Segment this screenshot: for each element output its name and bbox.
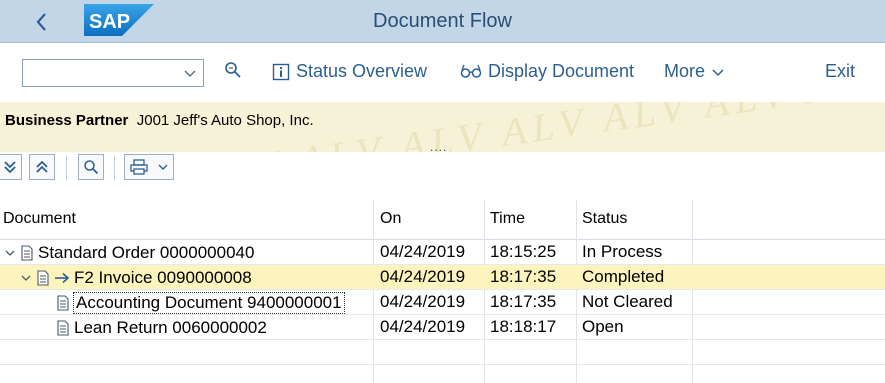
- document-link[interactable]: Lean Return 0060000002: [74, 318, 267, 338]
- info-icon: [272, 63, 290, 80]
- cell-status: In Process: [582, 242, 663, 261]
- table-row-empty: [0, 340, 885, 365]
- document-icon: [57, 295, 69, 311]
- toolbar: Status Overview Display Document More Ex…: [0, 44, 885, 102]
- column-header-on[interactable]: On: [380, 210, 401, 228]
- cell-time: 18:17:35: [490, 292, 557, 311]
- table-row[interactable]: Lean Return 0060000002 04/24/2019 18:18:…: [0, 315, 885, 340]
- cell-time: 18:15:25: [490, 242, 557, 261]
- table-row[interactable]: F2 Invoice 0090000008 04/24/2019 18:17:3…: [0, 265, 885, 290]
- document-icon: [37, 270, 49, 286]
- search-icon: [84, 160, 99, 175]
- cell-time: 18:18:17: [490, 317, 557, 336]
- arrow-right-icon: [55, 272, 70, 284]
- double-chevron-down-icon: [4, 161, 16, 174]
- document-icon: [21, 245, 33, 261]
- business-partner-label: Business Partner: [5, 112, 129, 129]
- collapse-all-button[interactable]: [29, 154, 55, 180]
- variant-dropdown[interactable]: [22, 59, 204, 87]
- document-link[interactable]: F2 Invoice 0090000008: [74, 268, 252, 288]
- printer-icon: [129, 159, 148, 175]
- more-menu[interactable]: More: [664, 61, 725, 82]
- toolbar-separator: [114, 156, 115, 180]
- alv-toolbar: [0, 152, 885, 186]
- cell-date: 04/24/2019: [380, 242, 466, 261]
- more-label: More: [664, 61, 706, 81]
- cell-date: 04/24/2019: [380, 292, 466, 311]
- print-menu-button[interactable]: [124, 154, 174, 180]
- chevron-down-icon: [712, 68, 724, 76]
- table-row[interactable]: Accounting Document 9400000001 04/24/201…: [0, 290, 885, 315]
- table-row-empty: [0, 365, 885, 383]
- double-chevron-up-icon: [36, 160, 48, 173]
- cell-status: Completed: [582, 267, 665, 286]
- shell-header: SAP Document Flow: [0, 0, 885, 43]
- chevron-down-icon: [158, 164, 167, 170]
- search-icon: [225, 62, 241, 78]
- exit-label: Exit: [825, 61, 856, 81]
- exit-button[interactable]: Exit: [825, 61, 855, 82]
- table-row[interactable]: Standard Order 0000000040 04/24/2019 18:…: [0, 240, 885, 265]
- business-partner-value: J001 Jeff's Auto Shop, Inc.: [136, 112, 314, 129]
- cell-date: 04/24/2019: [380, 267, 466, 286]
- cell-date: 04/24/2019: [380, 317, 466, 336]
- page-title: Document Flow: [373, 10, 512, 32]
- chevron-down-icon: [184, 70, 196, 77]
- display-document-label: Display Document: [488, 61, 635, 81]
- cell-status: Not Cleared: [582, 292, 673, 311]
- column-header-document[interactable]: Document: [3, 210, 76, 228]
- find-button[interactable]: [224, 61, 242, 79]
- business-partner-info: Business Partner J001 Jeff's Auto Shop, …: [5, 112, 314, 129]
- glasses-icon: [460, 64, 482, 78]
- document-link[interactable]: Standard Order 0000000040: [38, 243, 254, 263]
- table-header: Document On Time Status: [0, 200, 885, 240]
- toolbar-separator: [66, 156, 67, 180]
- document-link[interactable]: Accounting Document 9400000001: [73, 292, 345, 314]
- display-document-button[interactable]: Display Document: [460, 61, 634, 82]
- expand-all-button[interactable]: [0, 154, 22, 180]
- status-overview-button[interactable]: Status Overview: [272, 61, 427, 82]
- chevron-down-icon[interactable]: [4, 247, 16, 259]
- status-overview-label: Status Overview: [296, 61, 428, 81]
- column-header-status[interactable]: Status: [582, 210, 627, 228]
- document-icon: [57, 320, 69, 336]
- cell-time: 18:17:35: [490, 267, 557, 286]
- chevron-down-icon[interactable]: [20, 272, 32, 284]
- cell-status: Open: [582, 317, 624, 336]
- column-header-time[interactable]: Time: [490, 210, 525, 228]
- alv-find-button[interactable]: [78, 154, 104, 180]
